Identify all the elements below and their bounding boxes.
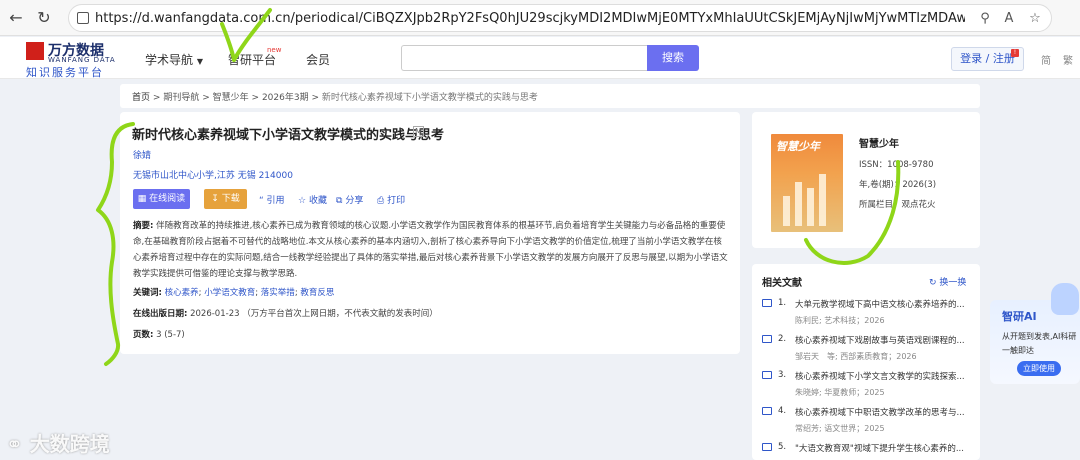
online-publish-date: 在线出版日期: 2026-01-23 （万方平台首次上网日期，不代表文献的发表时… bbox=[133, 309, 438, 319]
reload-icon[interactable]: ↻ bbox=[34, 8, 54, 28]
nav-label: 学术导航 bbox=[145, 53, 194, 67]
address-bar[interactable]: https://d.wanfangdata.com.cn/periodical/… bbox=[68, 4, 1052, 32]
new-badge: new bbox=[267, 46, 282, 54]
robot-mascot-icon bbox=[1051, 283, 1079, 315]
download-button[interactable]: ↧ 下载 bbox=[204, 189, 247, 209]
book-icon bbox=[762, 443, 772, 451]
ai-promo-desc: 从开题到发表,AI科研一触即达 bbox=[1002, 332, 1077, 355]
crumb-issue[interactable]: 2026年3期 bbox=[262, 93, 309, 103]
related-article-link[interactable]: 大单元教学视域下高中语文核心素养培养的... bbox=[795, 298, 973, 310]
lock-icon bbox=[77, 12, 89, 24]
share-action[interactable]: ⧉ 分享 bbox=[336, 193, 363, 206]
download-icon: ↧ bbox=[211, 194, 222, 204]
book-icon bbox=[762, 407, 772, 415]
journal-info-card: 智慧少年 智慧少年 ISSN：1008-9780 年,卷(期)：2026(3) … bbox=[752, 112, 980, 248]
related-literature-card: 相关文献 ↻ 换一换 1. 大单元教学视域下高中语文核心素养培养的... 陈利民… bbox=[752, 264, 980, 460]
chevron-down-icon: ▼ bbox=[196, 57, 203, 66]
journal-issn: ISSN：1008-9780 bbox=[859, 160, 934, 170]
crumb-current: 新时代核心素养视域下小学语文教学模式的实践与思考 bbox=[321, 93, 538, 103]
crumb-home[interactable]: 首页 bbox=[132, 93, 150, 103]
keyword-link[interactable]: 教育反思 bbox=[300, 288, 334, 298]
watermark: ⚭ 大数跨境 bbox=[6, 432, 110, 456]
cover-decoration bbox=[795, 182, 802, 226]
article-title: 新时代核心素养视域下小学语文教学模式的实践与思考 bbox=[132, 128, 445, 143]
watermark-logo-icon: ⚭ bbox=[6, 432, 23, 456]
organization-link[interactable]: 无锡市山北中心小学,江苏 无锡 214000 bbox=[133, 168, 293, 181]
related-article-link[interactable]: "大语文教育观"视域下提升学生核心素养的... bbox=[795, 442, 973, 454]
print-icon: ⎙ bbox=[377, 196, 385, 206]
logo-subtitle: 知识服务平台 bbox=[26, 66, 104, 79]
book-icon bbox=[762, 371, 772, 379]
read-online-button[interactable]: ▦ 在线阅读 bbox=[133, 189, 190, 209]
use-now-button[interactable]: 立即使用 bbox=[1017, 361, 1061, 376]
related-article-link[interactable]: 核心素养视域下小学文言文教学的实践探索... bbox=[795, 370, 973, 382]
lang-traditional[interactable]: 繁 bbox=[1063, 52, 1073, 67]
related-article-meta: 邹岩天 等; 西部素质教育；2026 bbox=[795, 352, 917, 361]
back-icon[interactable]: ← bbox=[6, 8, 26, 28]
refresh-button[interactable]: ↻ 换一换 bbox=[929, 275, 966, 288]
journal-name[interactable]: 智慧少年 bbox=[859, 135, 899, 150]
book-icon bbox=[762, 335, 772, 343]
cover-decoration bbox=[807, 188, 814, 226]
nav-membership[interactable]: 会员 bbox=[306, 51, 330, 68]
site-header: 万方数据 WANFANG DATA 知识服务平台 学术导航 ▼ 智研平台 new… bbox=[0, 37, 1080, 79]
keyword-link[interactable]: 小学语文教育 bbox=[204, 288, 255, 298]
zoom-icon[interactable]: ⚲ bbox=[977, 11, 993, 27]
related-article-meta: 陈利民; 艺术科技；2026 bbox=[795, 316, 885, 325]
keyword-link[interactable]: 核心素养 bbox=[165, 288, 199, 298]
url-text[interactable]: https://d.wanfangdata.com.cn/periodical/… bbox=[95, 11, 965, 27]
share-icon: ⧉ bbox=[336, 196, 343, 206]
book-icon bbox=[762, 299, 772, 307]
read-aloud-icon[interactable]: A bbox=[1001, 11, 1017, 27]
quote-icon: “ bbox=[259, 196, 264, 206]
related-article-link[interactable]: 核心素养视域下中职语文教学改革的思考与... bbox=[795, 406, 973, 418]
crumb-journal[interactable]: 智慧少年 bbox=[213, 93, 249, 103]
journal-cover[interactable]: 智慧少年 bbox=[771, 134, 843, 232]
related-article-meta: 常绍芳; 语文世界；2025 bbox=[795, 424, 885, 433]
refresh-icon: ↻ bbox=[929, 278, 937, 288]
m-badge-icon: M bbox=[413, 126, 424, 137]
cover-title: 智慧少年 bbox=[776, 140, 820, 153]
related-title: 相关文献 bbox=[762, 278, 802, 289]
logo-en: WANFANG DATA bbox=[48, 56, 116, 64]
ai-promo-title: 智研AI bbox=[1002, 310, 1037, 323]
reader-icon: ▦ bbox=[137, 194, 150, 204]
breadcrumb: 首页 > 期刊导航 > 智慧少年 > 2026年3期 > 新时代核心素养视域下小… bbox=[120, 84, 980, 108]
browser-toolbar: ← ↻ https://d.wanfangdata.com.cn/periodi… bbox=[0, 0, 1080, 36]
cite-action[interactable]: “ 引用 bbox=[259, 193, 285, 206]
wanfang-logo-icon[interactable] bbox=[26, 42, 44, 60]
lang-simplified[interactable]: 简 bbox=[1041, 52, 1051, 67]
keywords: 关键词: 核心素养; 小学语文教育; 落实举措; 教育反思 bbox=[133, 288, 335, 298]
search-button[interactable]: 搜索 bbox=[647, 45, 699, 71]
nav-academic-navigation[interactable]: 学术导航 ▼ bbox=[145, 51, 203, 68]
article-detail-card: 新时代核心素养视域下小学语文教学模式的实践与思考 M 徐婧 无锡市山北中心小学,… bbox=[120, 112, 740, 354]
print-action[interactable]: ⎙ 打印 bbox=[377, 193, 405, 206]
keyword-link[interactable]: 落实举措 bbox=[261, 288, 295, 298]
notification-badge: ! bbox=[1011, 49, 1019, 57]
cover-decoration bbox=[819, 174, 826, 226]
author-link[interactable]: 徐婧 bbox=[133, 148, 151, 161]
favorite-action[interactable]: ☆ 收藏 bbox=[298, 193, 327, 206]
page-count: 页数: 3 (5-7) bbox=[133, 330, 185, 340]
cover-decoration bbox=[783, 196, 790, 226]
journal-column: 所属栏目：观点花火 bbox=[859, 200, 936, 210]
related-article-meta: 朱晓婷; 华夏教师；2025 bbox=[795, 388, 885, 397]
abstract-text: 伴随教育改革的持续推进,核心素养已成为教育领域的核心议题.小学语文教学作为国民教… bbox=[133, 221, 728, 279]
star-icon: ☆ bbox=[298, 196, 307, 206]
related-article-link[interactable]: 核心素养视域下戏剧故事与英语戏剧课程的... bbox=[795, 334, 973, 346]
search-input[interactable] bbox=[401, 45, 647, 71]
crumb-journal-nav[interactable]: 期刊导航 bbox=[163, 93, 199, 103]
abstract: 摘要: 伴随教育改革的持续推进,核心素养已成为教育领域的核心议题.小学语文教学作… bbox=[133, 221, 728, 279]
favorite-star-icon[interactable]: ☆ bbox=[1027, 11, 1043, 27]
journal-volume: 年,卷(期)：2026(3) bbox=[859, 180, 937, 190]
